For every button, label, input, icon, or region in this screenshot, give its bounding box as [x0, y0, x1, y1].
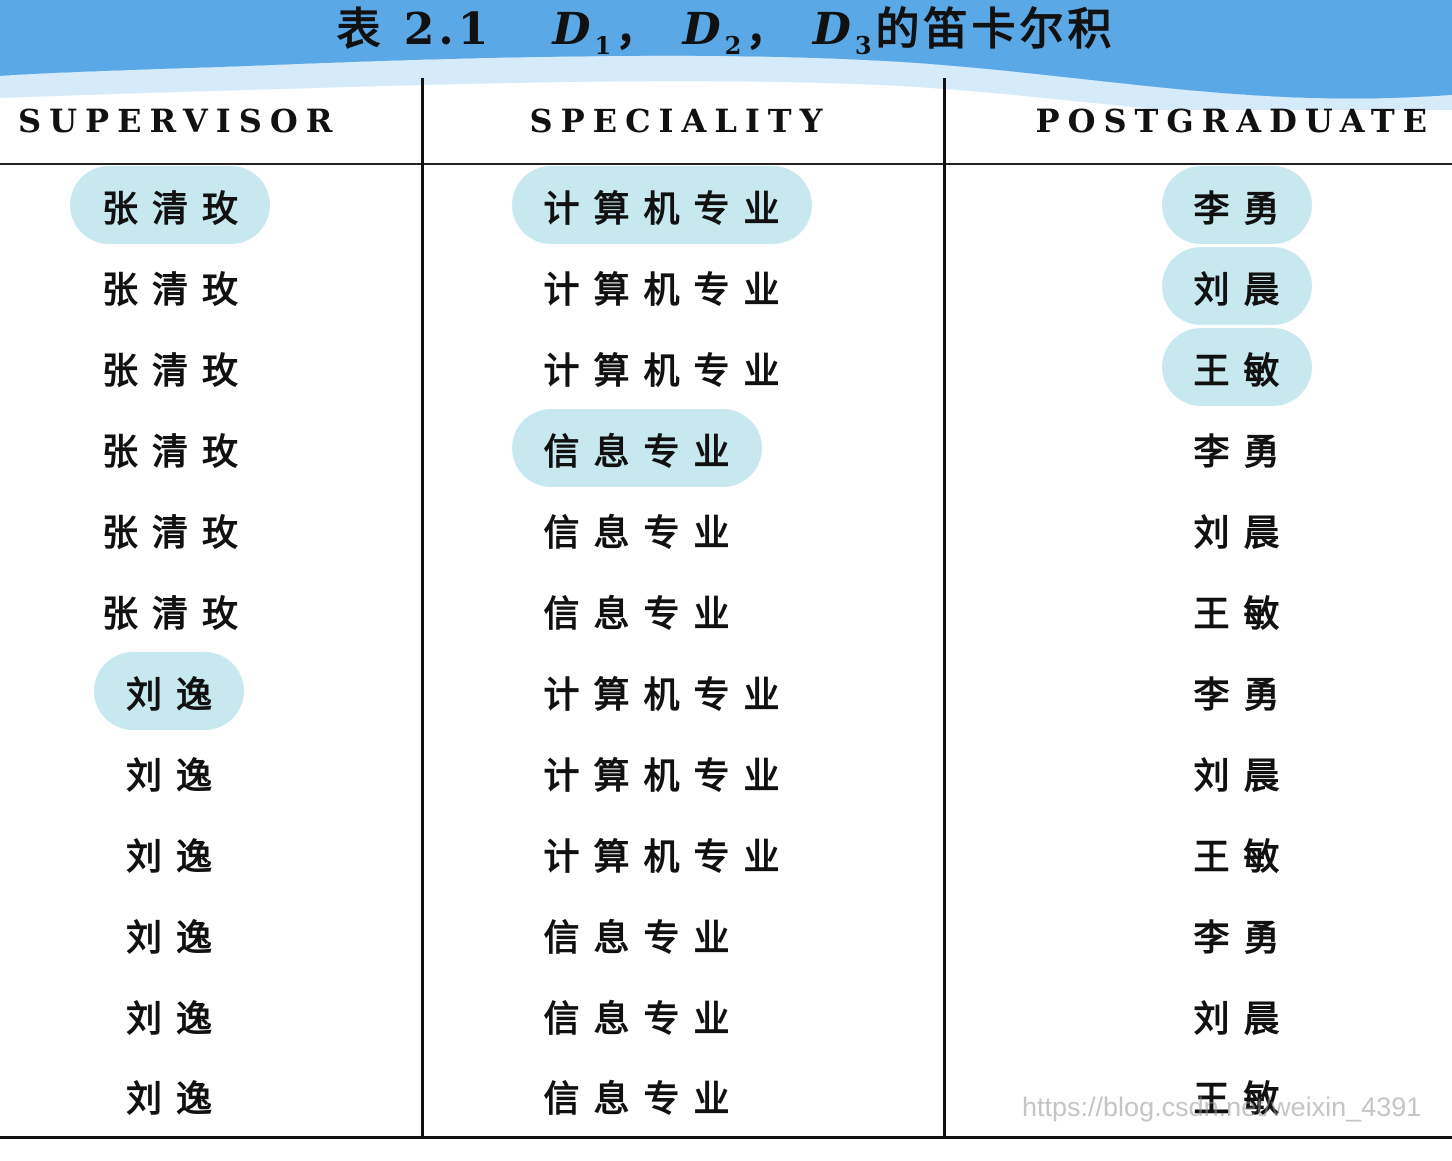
speciality-cell: 计算机专业	[511, 165, 812, 244]
header-supervisor: SUPERVISOR	[0, 78, 424, 165]
supervisor-cell: 张清玫	[0, 246, 424, 327]
speciality-cell: 计算机专业	[422, 651, 946, 732]
table-row: 刘逸 信息专业 李勇	[0, 894, 1452, 975]
header-postgraduate: POSTGRADUATE	[944, 78, 1452, 165]
supervisor-cell: 刘逸	[0, 732, 424, 813]
watermark: https://blog.csdn.net/weixin_4391	[1022, 1092, 1422, 1122]
speciality-cell: 计算机专业	[422, 813, 946, 894]
speciality-cell: 计算机专业	[422, 246, 946, 327]
table-row: 刘逸 计算机专业 刘晨	[0, 732, 1452, 813]
speciality-cell: 计算机专业	[422, 732, 946, 813]
cartesian-product-table: SUPERVISOR SPECIALITY POSTGRADUATE 张清玫 计…	[0, 78, 1452, 1139]
title-d2: D2	[682, 4, 746, 60]
speciality-cell: 信息专业	[422, 975, 946, 1056]
postgraduate-cell: 刘晨	[1161, 246, 1312, 325]
postgraduate-cell: 李勇	[1193, 430, 1294, 473]
table-row: 刘逸 计算机专业 王敏	[0, 813, 1452, 894]
table-row: 刘逸 计算机专业 李勇	[0, 651, 1452, 732]
table-row: 张清玫 信息专业 刘晨	[0, 489, 1452, 570]
postgraduate-cell: 王敏	[1193, 592, 1294, 635]
postgraduate-cell: 李勇	[1193, 916, 1294, 959]
postgraduate-cell: 李勇	[1193, 673, 1294, 716]
speciality-cell: 信息专业	[422, 894, 946, 975]
table-title: 表 2.1 D1， D2， D3的笛卡尔积	[336, 4, 1116, 60]
title-label: 表 2.1	[336, 4, 493, 55]
supervisor-cell: 张清玫	[0, 570, 424, 651]
postgraduate-cell: 王敏	[1161, 327, 1312, 406]
header-speciality: SPECIALITY	[422, 78, 946, 165]
table-row: 张清玫 信息专业 王敏	[0, 570, 1452, 651]
supervisor-cell: 张清玫	[0, 327, 424, 408]
title-d3: D3	[812, 4, 876, 60]
supervisor-cell: 张清玫	[0, 489, 424, 570]
title-d1: D1	[552, 4, 616, 60]
supervisor-cell: 刘逸	[0, 894, 424, 975]
supervisor-cell: 张清玫	[69, 165, 271, 244]
postgraduate-cell: 刘晨	[1193, 997, 1294, 1040]
supervisor-cell: 刘逸	[93, 651, 245, 730]
table-row: 张清玫 信息专业 李勇	[0, 408, 1452, 489]
title-suffix: 的笛卡尔积	[875, 4, 1116, 55]
speciality-cell: 信息专业	[511, 408, 762, 487]
speciality-cell: 信息专业	[422, 570, 946, 651]
supervisor-cell: 张清玫	[0, 408, 424, 489]
header-row: SUPERVISOR SPECIALITY POSTGRADUATE	[0, 78, 1452, 165]
speciality-cell: 计算机专业	[422, 327, 946, 408]
postgraduate-cell: 王敏	[1193, 835, 1294, 878]
table-row: 张清玫 计算机专业 王敏	[0, 327, 1452, 408]
table-row: 刘逸 信息专业 刘晨	[0, 975, 1452, 1056]
speciality-cell: 信息专业	[422, 489, 946, 570]
supervisor-cell: 刘逸	[0, 975, 424, 1056]
table-row: 张清玫 计算机专业 刘晨	[0, 246, 1452, 327]
postgraduate-cell: 刘晨	[1193, 754, 1294, 797]
supervisor-cell: 刘逸	[0, 813, 424, 894]
table-row: 张清玫 计算机专业 李勇	[0, 164, 1452, 246]
speciality-cell: 信息专业	[422, 1056, 946, 1139]
postgraduate-cell: 刘晨	[1193, 511, 1294, 554]
supervisor-cell: 刘逸	[0, 1056, 424, 1139]
postgraduate-cell: 李勇	[1161, 165, 1312, 244]
